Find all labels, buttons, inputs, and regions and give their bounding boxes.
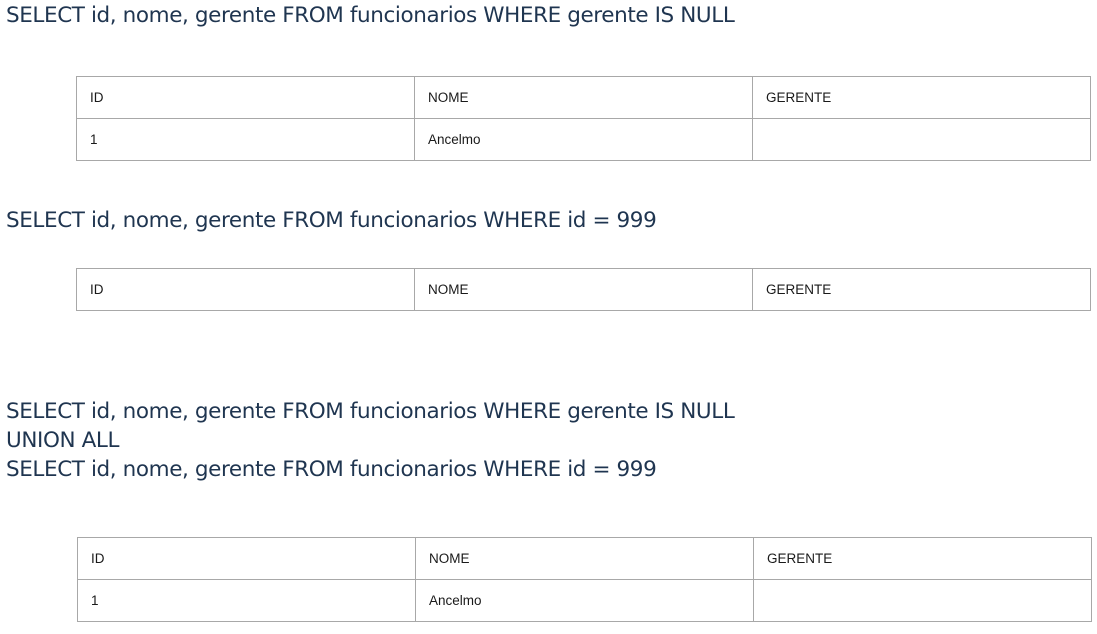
cell-nome: Ancelmo (415, 579, 754, 622)
cell-gerente (752, 118, 1091, 161)
cell-id: 1 (77, 579, 416, 622)
table-row: 1 Ancelmo (77, 579, 1092, 622)
column-header-nome: NOME (415, 537, 754, 580)
column-header-id: ID (76, 268, 415, 311)
column-header-id: ID (76, 76, 415, 119)
table-header-row: ID NOME GERENTE (76, 268, 1091, 311)
query-line: SELECT id, nome, gerente FROM funcionari… (6, 3, 735, 28)
cell-id: 1 (76, 118, 415, 161)
query-line-union: UNION ALL (6, 428, 120, 453)
column-header-nome: NOME (414, 76, 753, 119)
table-header-row: ID NOME GERENTE (77, 537, 1092, 580)
table-header-row: ID NOME GERENTE (76, 76, 1091, 119)
column-header-nome: NOME (414, 268, 753, 311)
query-2-text: SELECT id, nome, gerente FROM funcionari… (6, 206, 657, 235)
column-header-gerente: GERENTE (753, 537, 1092, 580)
query-1-text: SELECT id, nome, gerente FROM funcionari… (6, 1, 735, 30)
table-row: 1 Ancelmo (76, 118, 1091, 161)
column-header-id: ID (77, 537, 416, 580)
result-table-1: ID NOME GERENTE 1 Ancelmo (76, 76, 1091, 161)
column-header-gerente: GERENTE (752, 268, 1091, 311)
query-3-text: SELECT id, nome, gerente FROM funcionari… (6, 397, 735, 484)
query-line: SELECT id, nome, gerente FROM funcionari… (6, 457, 657, 482)
cell-gerente (753, 579, 1092, 622)
column-header-gerente: GERENTE (752, 76, 1091, 119)
result-table-3: ID NOME GERENTE 1 Ancelmo (77, 537, 1092, 622)
query-line: SELECT id, nome, gerente FROM funcionari… (6, 208, 657, 233)
result-table-2: ID NOME GERENTE (76, 268, 1091, 311)
cell-nome: Ancelmo (414, 118, 753, 161)
query-line: SELECT id, nome, gerente FROM funcionari… (6, 399, 735, 424)
